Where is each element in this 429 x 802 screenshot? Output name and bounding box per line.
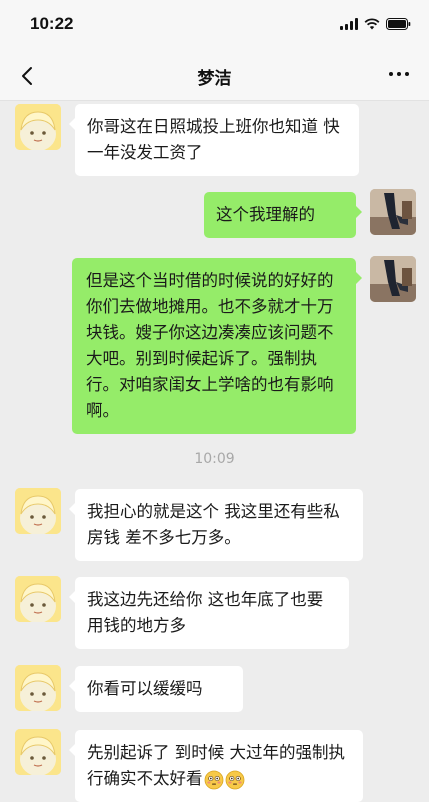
received-message-bubble[interactable]: 我这边先还给你 这也年底了也要用钱的地方多 (69, 577, 349, 649)
chat-title: 梦洁 (197, 69, 232, 89)
sent-message-bubble[interactable]: 这个我理解的 (204, 192, 362, 238)
chat-header: 梦洁 (0, 52, 429, 101)
flushed-face-icon (204, 770, 223, 789)
contact-avatar[interactable] (15, 729, 61, 775)
status-bar: 10:22 (0, 0, 429, 52)
cartoon-girl-avatar-icon (15, 104, 61, 150)
contact-avatar[interactable] (15, 488, 61, 534)
status-time: 10:22 (30, 14, 74, 33)
contact-avatar[interactable] (15, 104, 61, 150)
cartoon-girl-avatar-icon (15, 729, 61, 775)
received-message-bubble[interactable]: 你哥这在日照城投上班你也知道 快一年没发工资了 (69, 104, 359, 176)
my-avatar[interactable] (370, 256, 416, 302)
sent-message-bubble[interactable]: 但是这个当时借的时候说的好好的你们去做地摊用。也不多就才十万块钱。嫂子你这边凑凑… (72, 258, 362, 434)
contact-avatar[interactable] (15, 576, 61, 622)
battery-icon (386, 18, 411, 30)
photo-avatar-icon (370, 256, 416, 302)
cartoon-girl-avatar-icon (15, 488, 61, 534)
cartoon-girl-avatar-icon (15, 576, 61, 622)
received-message-bubble[interactable]: 先别起诉了 到时候 大过年的强制执行确实不太好看 (69, 730, 363, 802)
more-options-button[interactable] (389, 72, 409, 76)
flushed-face-icon (225, 770, 244, 789)
more-dot-icon (389, 72, 393, 76)
status-icons (340, 17, 411, 31)
photo-avatar-icon (370, 189, 416, 235)
more-dot-icon (397, 72, 401, 76)
received-message-bubble[interactable]: 你看可以缓缓吗 (69, 666, 243, 712)
wifi-icon (364, 18, 380, 30)
received-message-bubble[interactable]: 我担心的就是这个 我这里还有些私房钱 差不多七万多。 (69, 489, 363, 561)
message-timestamp: 10:09 (194, 451, 235, 467)
message-list[interactable]: 你哥这在日照城投上班你也知道 快一年没发工资了 这个我理解的 但是这个当时借的时… (0, 101, 429, 802)
my-avatar[interactable] (370, 189, 416, 235)
more-dot-icon (405, 72, 409, 76)
signal-icon (340, 18, 358, 30)
cartoon-girl-avatar-icon (15, 665, 61, 711)
contact-avatar[interactable] (15, 665, 61, 711)
